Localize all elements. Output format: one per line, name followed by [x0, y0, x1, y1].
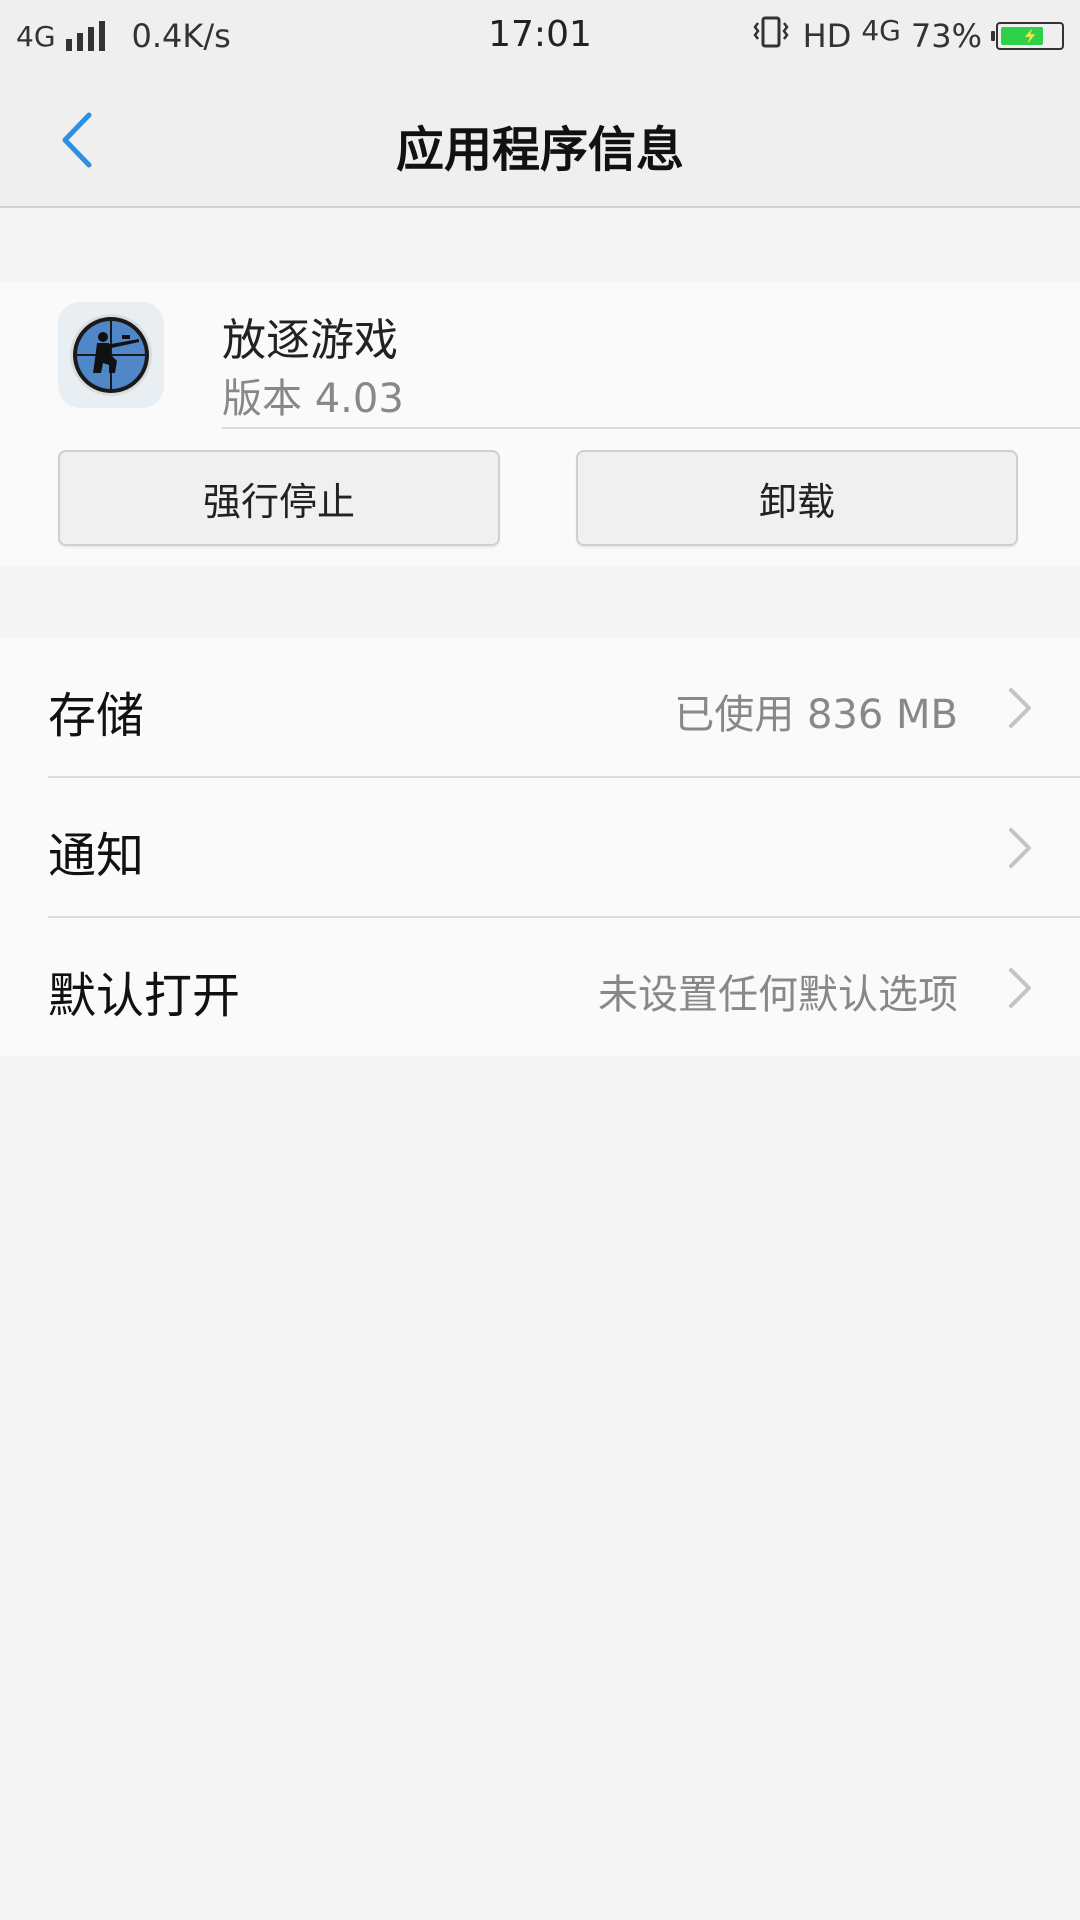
storage-value: 已使用 836 MB	[674, 692, 958, 738]
chevron-right-icon	[1009, 688, 1031, 728]
hd-label: HD	[802, 17, 852, 55]
page-title: 应用程序信息	[395, 122, 684, 178]
soldier-sniper-icon	[70, 314, 152, 396]
uninstall-button[interactable]: 卸载	[576, 450, 1018, 546]
battery-percent: 73%	[910, 17, 982, 55]
app-version: 版本 4.03	[222, 376, 404, 422]
notification-label: 通知	[48, 828, 145, 884]
open-by-default-value: 未设置任何默认选项	[598, 972, 958, 1018]
app-icon	[58, 302, 164, 408]
force-stop-button[interactable]: 强行停止	[58, 450, 500, 546]
vibrate-icon	[753, 15, 789, 57]
network-type-right: 4G	[861, 13, 901, 47]
settings-list: 存储 已使用 836 MB 通知 默认打开 未设置任何默认选项	[0, 638, 1080, 1056]
storage-label: 存储	[48, 688, 145, 744]
charging-bolt-icon	[1024, 28, 1036, 44]
status-bar: 4G 0.4K/s 17:01 HD 4G 73%	[0, 0, 1080, 72]
app-header: 应用程序信息	[0, 72, 1080, 208]
chevron-right-icon	[1009, 828, 1031, 868]
storage-row[interactable]: 存储 已使用 836 MB	[0, 638, 1080, 776]
chevron-right-icon	[1009, 968, 1031, 1008]
open-by-default-label: 默认打开	[48, 968, 241, 1024]
app-name: 放逐游戏	[222, 315, 398, 366]
app-info-card: 放逐游戏 版本 4.03 强行停止 卸载	[0, 282, 1080, 566]
open-by-default-row[interactable]: 默认打开 未设置任何默认选项	[0, 918, 1080, 1056]
battery-icon	[991, 22, 1064, 50]
status-right: HD 4G 73%	[753, 14, 1064, 58]
notification-row[interactable]: 通知	[0, 778, 1080, 916]
divider	[222, 427, 1080, 429]
